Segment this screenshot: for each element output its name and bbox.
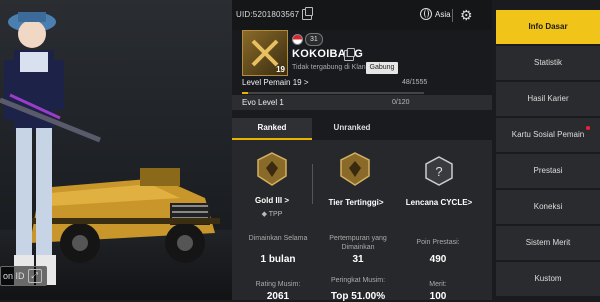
tab-ranked[interactable]: Ranked	[232, 118, 312, 140]
level-row[interactable]: Level Pemain 19 > 48/1555	[242, 78, 427, 90]
stat-caption: Rating Musim:	[255, 281, 301, 288]
tier-current-label[interactable]: Gold III >	[232, 196, 312, 205]
avatar-level: 19	[276, 65, 285, 74]
copy-icon[interactable]	[344, 48, 355, 61]
uid-text: UID:5201803567	[236, 10, 300, 19]
cycle-badge-label[interactable]: Lencana CYCLE>	[399, 198, 479, 207]
menu-item-hasil-karier[interactable]: Hasil Karier	[496, 82, 600, 116]
menu-item-info-dasar[interactable]: Info Dasar	[496, 10, 600, 44]
mode-tabs: Ranked Unranked	[232, 118, 392, 140]
tier-highest-label[interactable]: Tier Tertinggi>	[316, 198, 396, 207]
level-progress-fill	[242, 92, 248, 94]
menu-item-sistem-merit[interactable]: Sistem Merit	[496, 226, 600, 260]
gear-icon[interactable]: ⚙	[460, 8, 474, 22]
character-scene: on ID ⤢	[0, 0, 232, 300]
stat-caption: Poin Prestasi:	[416, 239, 460, 246]
avatar[interactable]: 19	[242, 30, 288, 76]
top-bar: UID:5201803567 Asia ⚙	[232, 0, 492, 30]
clan-status: Tidak tergabung di Klan	[292, 64, 366, 71]
side-menu: Info Dasar Statistik Hasil Karier Kartu …	[492, 0, 600, 300]
stat-value: 31	[352, 254, 364, 265]
level-label: Level Pemain 19 >	[242, 78, 309, 87]
cycle-badge-icon[interactable]: ?	[424, 156, 454, 186]
tab-unranked[interactable]: Unranked	[312, 118, 392, 138]
flag-icon	[292, 34, 303, 45]
join-clan-button[interactable]: Gabung	[366, 62, 398, 74]
highest-tier-icon[interactable]	[340, 152, 370, 186]
stat-caption: Pertempuran yang Dimainkan	[329, 235, 387, 251]
menu-item-statistik[interactable]: Statistik	[496, 46, 600, 80]
menu-item-prestasi[interactable]: Prestasi	[496, 154, 600, 188]
menu-item-kustom[interactable]: Kustom	[496, 262, 600, 296]
stat-caption: Dimainkan Selama	[248, 235, 308, 242]
svg-text:?: ?	[435, 164, 442, 179]
divider	[452, 9, 453, 22]
menu-item-label: Kartu Sosial Pemain	[511, 130, 585, 139]
uid-row: UID:5201803567	[236, 7, 314, 20]
region-label: Asia	[435, 9, 451, 19]
stats-panel: Gold III > ◆ TPP Tier Tertinggi> ? Lenca…	[232, 140, 492, 302]
zoom-icon: ⤢	[27, 269, 42, 283]
profile-card: 19 31 KOKOIBANG Tidak tergabung di Klan …	[232, 30, 492, 110]
copy-icon[interactable]	[302, 7, 314, 20]
stat-value: Top 51.00%	[330, 291, 386, 302]
notification-dot	[586, 126, 590, 130]
tier-mode-label: ◆ TPP	[261, 211, 283, 218]
stat-value: 2061	[266, 291, 290, 302]
globe-icon	[420, 8, 432, 20]
stat-caption: Merit:	[429, 281, 447, 288]
level-progress-bar	[242, 92, 424, 94]
menu-item-koneksi[interactable]: Koneksi	[496, 190, 600, 224]
evo-value: 0/120	[392, 99, 410, 106]
stat-value: 1 bulan	[260, 254, 296, 265]
divider	[312, 164, 313, 204]
zoom-label: on ID	[3, 271, 25, 281]
stat-caption: Peringkat Musim:	[330, 277, 386, 284]
evo-label: Evo Level 1	[242, 98, 284, 107]
player-character	[0, 12, 101, 285]
profile-panel: UID:5201803567 Asia ⚙ 19 31 KOKOIBANG Ti…	[232, 0, 492, 302]
rank-badge[interactable]: 31	[305, 33, 323, 46]
level-value: 48/1555	[402, 79, 428, 86]
zoom-badge[interactable]: on ID ⤢	[0, 266, 47, 286]
region-selector[interactable]: Asia	[420, 8, 451, 20]
stat-value: 100	[429, 291, 447, 302]
evo-row: Evo Level 1 0/120	[232, 95, 492, 110]
stat-value: 490	[429, 254, 447, 265]
gold-tier-icon[interactable]	[257, 152, 287, 186]
menu-item-kartu-sosial[interactable]: Kartu Sosial Pemain	[496, 118, 600, 152]
